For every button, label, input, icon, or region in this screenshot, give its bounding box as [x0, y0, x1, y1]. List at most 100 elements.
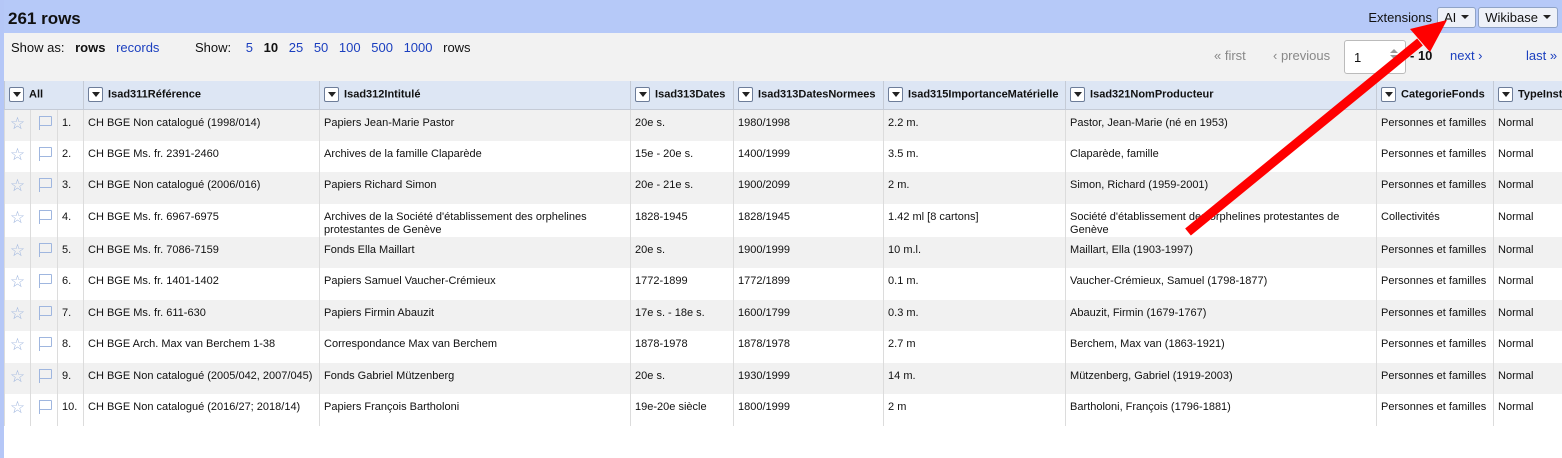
page-size-1000[interactable]: 1000	[404, 40, 433, 55]
column-header-dates[interactable]: Isad313Dates	[630, 81, 734, 110]
previous-page-link[interactable]: ‹ previous	[1273, 48, 1330, 63]
cell-categorie: Personnes et familles	[1376, 394, 1494, 426]
flag-icon[interactable]	[37, 115, 52, 130]
flag-cell	[30, 299, 58, 331]
page-size-100[interactable]: 100	[339, 40, 361, 55]
page-size-50[interactable]: 50	[314, 40, 328, 55]
column-menu-icon[interactable]	[635, 87, 651, 103]
column-header-title[interactable]: Isad312Intitulé	[319, 81, 631, 110]
row-number: 3.	[56, 172, 84, 204]
cell-title: Papiers Firmin Abauzit	[319, 299, 631, 331]
page-size-25[interactable]: 25	[289, 40, 303, 55]
cell-dates-normees: 1772/1899	[733, 268, 884, 300]
star-icon[interactable]: ☆	[10, 145, 25, 164]
ai-extension-label: AI	[1443, 9, 1457, 25]
column-header-producteur[interactable]: Isad321NomProducteur	[1065, 81, 1377, 110]
page-size-5[interactable]: 5	[246, 40, 253, 55]
column-header-all[interactable]: All	[3, 81, 84, 110]
column-menu-icon[interactable]	[1498, 87, 1514, 103]
star-icon[interactable]: ☆	[10, 335, 25, 354]
cell-title: Archives de la famille Claparède	[319, 140, 631, 172]
cell-dates: 17e s. - 18e s.	[630, 299, 734, 331]
page-size-500[interactable]: 500	[371, 40, 393, 55]
ai-extension-button[interactable]: AI	[1436, 6, 1477, 28]
table-row: ☆ 5. CH BGE Ms. fr. 7086-7159 Fonds Ella Ma…	[4, 236, 1562, 268]
column-menu-icon[interactable]	[1381, 87, 1397, 103]
flag-icon[interactable]	[37, 242, 52, 257]
column-menu-icon[interactable]	[88, 87, 104, 103]
cell-dates-normees: 1600/1799	[733, 299, 884, 331]
header-row: All Isad311Référence Isad312Intitulé Isa…	[3, 81, 1562, 110]
cell-producteur: Vaucher-Crémieux, Samuel (1798-1877)	[1065, 268, 1377, 300]
star-icon[interactable]: ☆	[10, 114, 25, 133]
cell-producteur: Claparède, famille	[1065, 140, 1377, 172]
star-icon[interactable]: ☆	[10, 398, 25, 417]
cell-categorie: Personnes et familles	[1376, 140, 1494, 172]
extensions-bar: Extensions AI Wikibase	[1368, 6, 1558, 28]
cell-dates-normees: 1980/1998	[733, 109, 884, 141]
cell-categorie: Collectivités	[1376, 203, 1494, 237]
cell-dates: 1878-1978	[630, 331, 734, 363]
flag-icon[interactable]	[37, 368, 52, 383]
cell-producteur: Pastor, Jean-Marie (né en 1953)	[1065, 109, 1377, 141]
first-page-link[interactable]: « first	[1214, 48, 1246, 63]
wikibase-extension-label: Wikibase	[1485, 9, 1538, 25]
cell-importance: 2 m.	[883, 172, 1066, 204]
star-icon[interactable]: ☆	[10, 367, 25, 386]
star-cell: ☆	[4, 362, 31, 394]
flag-icon[interactable]	[37, 146, 52, 161]
show-as-label: Show as:	[11, 40, 65, 55]
column-header-type[interactable]: TypeInst	[1493, 81, 1562, 110]
table-row: ☆ 4. CH BGE Ms. fr. 6967-6975 Archives de l…	[4, 203, 1562, 237]
wikibase-extension-button[interactable]: Wikibase	[1478, 6, 1558, 28]
flag-icon[interactable]	[37, 399, 52, 414]
cell-type: Normal	[1493, 362, 1562, 394]
cell-title: Papiers Samuel Vaucher-Crémieux	[319, 268, 631, 300]
column-menu-icon[interactable]	[9, 87, 24, 103]
column-header-importance[interactable]: Isad315ImportanceMatérielle	[883, 81, 1066, 110]
next-page-link[interactable]: next ›	[1450, 48, 1483, 63]
star-icon[interactable]: ☆	[10, 241, 25, 260]
show-as-records[interactable]: records	[116, 40, 159, 55]
table-row: ☆ 7. CH BGE Ms. fr. 611-630 Papiers Firmin …	[4, 299, 1562, 331]
rows-count: 261 rows	[8, 9, 81, 28]
page-number-input[interactable]: 1	[1344, 40, 1406, 74]
show-as-rows[interactable]: rows	[75, 40, 105, 55]
column-header-dates-normees[interactable]: Isad313DatesNormees	[733, 81, 884, 110]
cell-producteur: Maillart, Ella (1903-1997)	[1065, 236, 1377, 268]
cell-producteur: Mützenberg, Gabriel (1919-2003)	[1065, 362, 1377, 394]
flag-icon[interactable]	[37, 177, 52, 192]
column-menu-icon[interactable]	[1070, 87, 1086, 103]
flag-cell	[30, 203, 58, 237]
flag-cell	[30, 394, 58, 426]
column-menu-icon[interactable]	[738, 87, 754, 103]
page-spinner[interactable]	[1387, 47, 1401, 65]
star-icon[interactable]: ☆	[10, 304, 25, 323]
last-page-link[interactable]: last »	[1526, 48, 1557, 63]
star-icon[interactable]: ☆	[10, 176, 25, 195]
column-header-reference[interactable]: Isad311Référence	[83, 81, 320, 110]
cell-reference: CH BGE Ms. fr. 611-630	[83, 299, 320, 331]
flag-icon[interactable]	[37, 336, 52, 351]
extensions-label: Extensions	[1368, 9, 1432, 25]
flag-icon[interactable]	[37, 209, 52, 224]
column-header-categorie[interactable]: CategorieFonds	[1376, 81, 1494, 110]
cell-producteur: Abauzit, Firmin (1679-1767)	[1065, 299, 1377, 331]
row-number: 1.	[56, 109, 84, 141]
star-icon[interactable]: ☆	[10, 272, 25, 291]
star-cell: ☆	[4, 140, 31, 172]
cell-dates: 20e s.	[630, 109, 734, 141]
row-number: 2.	[56, 140, 84, 172]
row-number: 5.	[56, 236, 84, 268]
flag-icon[interactable]	[37, 305, 52, 320]
cell-categorie: Personnes et familles	[1376, 299, 1494, 331]
cell-importance: 0.3 m.	[883, 299, 1066, 331]
column-menu-icon[interactable]	[888, 87, 904, 103]
flag-icon[interactable]	[37, 273, 52, 288]
page-size-10[interactable]: 10	[264, 40, 278, 55]
column-menu-icon[interactable]	[324, 87, 340, 103]
star-icon[interactable]: ☆	[10, 208, 25, 227]
flag-cell	[30, 140, 58, 172]
star-cell: ☆	[4, 299, 31, 331]
cell-importance: 10 m.l.	[883, 236, 1066, 268]
